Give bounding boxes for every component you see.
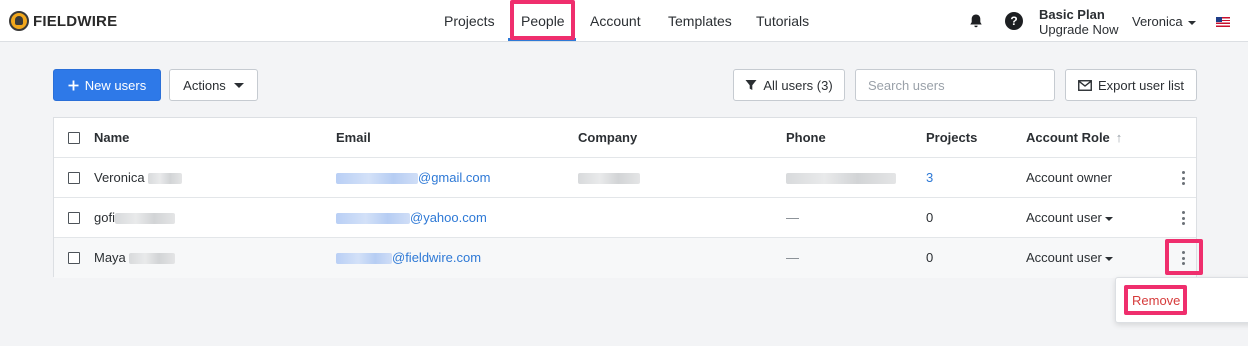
account-role-cell: Account owner [1026, 170, 1112, 185]
plus-icon [68, 80, 79, 91]
chevron-down-icon [1187, 20, 1196, 25]
us-flag-icon[interactable] [1216, 17, 1230, 27]
phone-cell: — [786, 250, 799, 265]
people-tab-highlight [510, 0, 575, 40]
search-users-input[interactable] [855, 69, 1055, 101]
plan-info[interactable]: Basic Plan Upgrade Now [1039, 7, 1119, 37]
new-users-label: New users [84, 77, 147, 93]
column-header-name[interactable]: Name [94, 118, 129, 158]
company-cell [578, 158, 640, 198]
redacted-email-local [336, 213, 410, 225]
users-table: Name Email Company Phone Projects Accoun… [53, 117, 1197, 278]
user-menu[interactable]: Veronica [1132, 14, 1196, 29]
redacted-surname [129, 253, 176, 265]
user-first-name: Veronica [94, 170, 145, 185]
column-header-projects[interactable]: Projects [926, 118, 977, 158]
projects-count: 0 [926, 250, 934, 265]
row-checkbox[interactable] [68, 212, 80, 224]
row-more-options-icon[interactable] [1181, 211, 1185, 225]
row-more-options-icon[interactable] [1181, 171, 1185, 185]
brand-name: FIELDWIRE [33, 12, 118, 30]
email-domain: @yahoo.com [410, 210, 487, 225]
user-name-cell: Veronica [94, 158, 183, 198]
account-role-value: Account user [1026, 250, 1102, 265]
user-first-name: gofi [94, 210, 115, 225]
caret-down-icon [233, 82, 244, 88]
user-email-cell[interactable]: @gmail.com [336, 158, 490, 198]
row-checkbox[interactable] [68, 172, 80, 184]
nav-templates[interactable]: Templates [668, 13, 732, 29]
caret-down-icon [1104, 256, 1113, 261]
redacted-surname [148, 173, 183, 185]
redacted-email-local [336, 253, 392, 265]
account-role-label: Account Role [1026, 130, 1110, 145]
user-email-cell[interactable]: @yahoo.com [336, 198, 487, 238]
help-icon[interactable]: ? [1005, 12, 1023, 30]
notifications-bell-icon[interactable] [968, 13, 984, 29]
table-header-row: Name Email Company Phone Projects Accoun… [54, 118, 1196, 158]
phone-cell: — [786, 210, 799, 225]
actions-label: Actions [183, 77, 226, 93]
top-bar: FIELDWIRE Projects People Account Templa… [0, 0, 1248, 42]
nav-account[interactable]: Account [590, 13, 641, 29]
plan-title: Basic Plan [1039, 7, 1105, 22]
upgrade-now-link[interactable]: Upgrade Now [1039, 22, 1119, 37]
table-row[interactable]: Maya @fieldwire.com — 0 Account user [54, 238, 1196, 278]
user-name-cell: Maya [94, 238, 176, 278]
export-label: Export user list [1098, 77, 1184, 93]
column-header-company[interactable]: Company [578, 118, 637, 158]
sort-arrow-up-icon: ↑ [1115, 130, 1123, 145]
more-options-highlight [1165, 239, 1203, 275]
account-role-value: Account user [1026, 210, 1102, 225]
column-header-phone[interactable]: Phone [786, 118, 826, 158]
phone-cell [786, 158, 896, 198]
caret-down-icon [1104, 216, 1113, 221]
envelope-icon [1078, 79, 1092, 91]
user-name: Veronica [1132, 14, 1183, 29]
redacted-company [578, 173, 640, 185]
redacted-email-local [336, 173, 418, 185]
user-first-name: Maya [94, 250, 126, 265]
user-email-cell[interactable]: @fieldwire.com [336, 238, 481, 278]
account-role-dropdown[interactable]: Account user [1026, 238, 1113, 278]
actions-dropdown[interactable]: Actions [169, 69, 258, 101]
nav-projects[interactable]: Projects [444, 13, 495, 29]
export-user-list-button[interactable]: Export user list [1065, 69, 1197, 101]
user-name-cell: gofi [94, 198, 175, 238]
nav-tutorials[interactable]: Tutorials [756, 13, 809, 29]
row-checkbox[interactable] [68, 252, 80, 264]
remove-highlight [1124, 285, 1187, 315]
hardhat-logo-icon [9, 11, 29, 31]
table-row[interactable]: gofi @yahoo.com — 0 Account user [54, 198, 1196, 238]
filter-users-button[interactable]: All users (3) [733, 69, 845, 101]
projects-count-link[interactable]: 3 [926, 158, 933, 198]
projects-count: 0 [926, 210, 934, 225]
column-header-email[interactable]: Email [336, 118, 371, 158]
new-users-button[interactable]: New users [53, 69, 161, 101]
column-header-account-role[interactable]: Account Role ↑ [1026, 118, 1122, 158]
table-row[interactable]: Veronica @gmail.com 3 Account owner [54, 158, 1196, 198]
account-role-dropdown[interactable]: Account user [1026, 198, 1113, 238]
email-domain: @gmail.com [418, 170, 491, 185]
email-domain: @fieldwire.com [392, 250, 482, 265]
redacted-surname [114, 213, 175, 225]
select-all-checkbox[interactable] [68, 132, 80, 144]
filter-icon [745, 79, 757, 91]
redacted-phone [786, 173, 896, 185]
fieldwire-logo[interactable]: FIELDWIRE [9, 11, 117, 31]
filter-label: All users (3) [763, 77, 833, 93]
